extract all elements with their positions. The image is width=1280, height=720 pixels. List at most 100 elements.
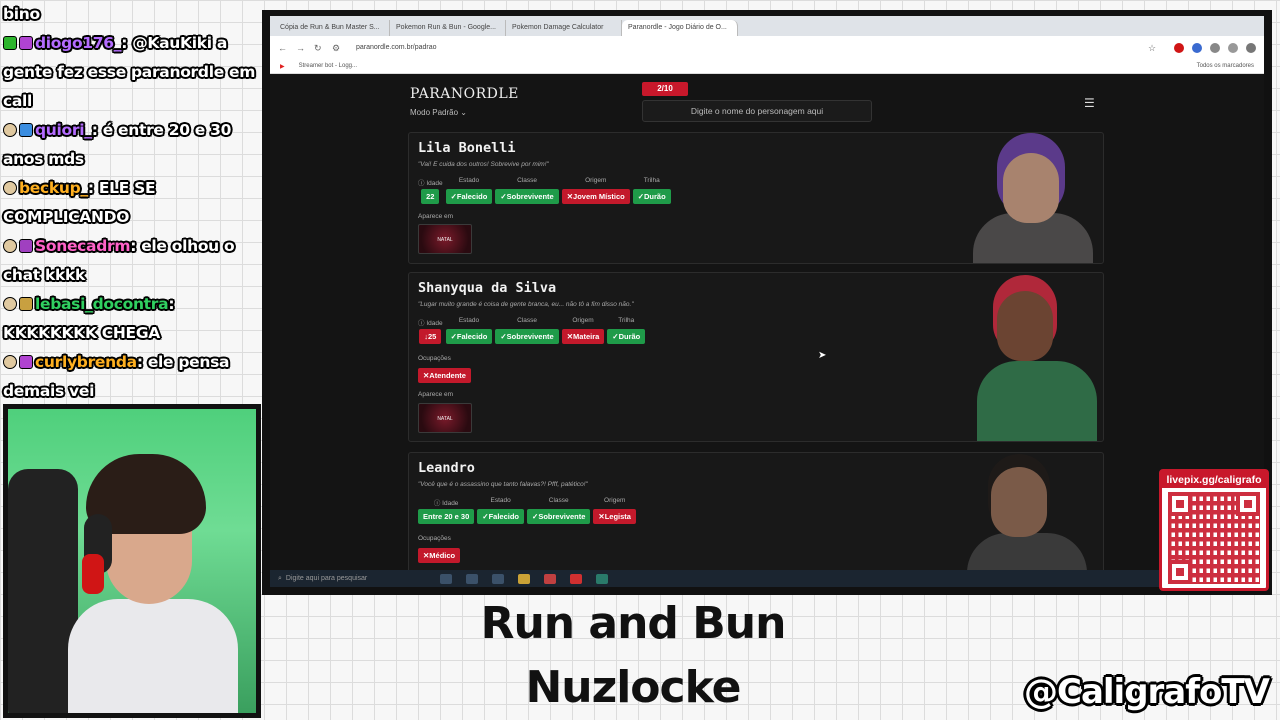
head-badge-icon	[3, 239, 17, 253]
attribute-row: ⓘ Idade ↓25 Estado ✓Falecido Classe ✓Sobrev…	[418, 317, 646, 344]
attr-label-text: Idade	[442, 500, 459, 507]
occupations-label: Ocupações	[418, 355, 451, 362]
mode-label: Modo Padrão	[410, 108, 459, 117]
chip-text: 25	[428, 332, 437, 341]
portrait-head	[991, 467, 1047, 537]
character-quote: "Vai! E cuida dos outros! Sobrevive por …	[418, 161, 549, 168]
character-name: Shanyqua da Silva	[418, 280, 557, 296]
attr-chip-correct: ✓Sobrevivente	[527, 509, 591, 524]
extension-icon[interactable]	[1192, 43, 1202, 53]
character-name: Lila Bonelli	[418, 140, 516, 156]
qr-label: livepix.gg/caligrafo	[1162, 472, 1266, 488]
head-badge-icon	[3, 123, 17, 137]
appearance-thumbnail[interactable]: NATAL	[418, 403, 472, 433]
chat-message: lebasi_docontra: KKKKKKKK CHEGA	[3, 290, 262, 348]
chip-text: Sobrevivente	[538, 512, 586, 521]
qr-finder	[1168, 492, 1192, 516]
taskbar-app-icon[interactable]	[491, 573, 504, 584]
taskbar-app-icon[interactable]	[439, 573, 452, 584]
mode-selector[interactable]: Modo Padrão ⌄	[410, 108, 467, 117]
check-badge-icon	[3, 36, 17, 50]
streamer	[68, 454, 238, 713]
reload-icon[interactable]: ↻	[314, 43, 326, 54]
back-icon[interactable]: ←	[278, 43, 290, 53]
all-bookmarks[interactable]: Todos os marcadores	[1197, 63, 1254, 70]
chip-text: Médico	[429, 551, 456, 560]
occupations-label: Ocupações	[418, 535, 451, 542]
bookmark-streamer-bot[interactable]: Streamer bot - Logg...	[299, 63, 357, 70]
qr-finder	[1236, 492, 1260, 516]
chip-text: Sobrevivente	[506, 332, 554, 341]
folder-icon[interactable]	[517, 573, 530, 584]
site-logo[interactable]: PARANORDLE	[410, 86, 519, 102]
attr-estado: Estado ✓Falecido	[445, 317, 493, 344]
menu-icon[interactable]	[1246, 43, 1256, 53]
attr-label: Estado	[458, 177, 480, 184]
taskbar-app-icon[interactable]	[465, 573, 478, 584]
stream-title-line1: Run and Bun	[480, 598, 787, 649]
attr-label-text: Idade	[426, 320, 443, 327]
chat-message: bino	[3, 0, 262, 29]
character-search-input[interactable]: Digite o nome do personagem aqui	[642, 100, 872, 122]
chat-username[interactable]: diogo176_	[35, 34, 122, 52]
streamer-shirt	[68, 599, 238, 713]
chat-username[interactable]: Sonecadrm	[35, 237, 131, 255]
chat-username[interactable]: beckup_	[19, 179, 88, 197]
youtube-icon[interactable]: ▶	[280, 63, 285, 70]
chat-overlay: bino diogo176_: @KauKiki a gente fez esse…	[0, 0, 262, 400]
extension-icon[interactable]	[1174, 43, 1184, 53]
attribute-row: ⓘ Idade 22 Estado ✓Falecido Classe ✓Sobrevi…	[418, 177, 671, 204]
attr-chip-wrong: ✕Mateira	[561, 329, 605, 344]
portrait-body	[967, 533, 1087, 570]
attr-label: Origem	[585, 177, 607, 184]
attr-chip-wrong: ✕Legista	[593, 509, 636, 524]
attr-label: Estado	[458, 317, 480, 324]
chat-message: diogo176_: @KauKiki a gente fez esse par…	[3, 29, 262, 116]
address-bar[interactable]: paranordle.com.br/padrao	[350, 40, 1148, 56]
attr-trilha: Trilha ✓Durão	[607, 317, 646, 344]
chip-text: Sobrevivente	[506, 192, 554, 201]
taskbar-search-input[interactable]: Digite aqui para pesquisar	[286, 575, 426, 582]
guess-card: Lila Bonelli "Vai! E cuida dos outros! S…	[408, 132, 1104, 264]
attr-chip-correct: ✓Sobrevivente	[495, 329, 559, 344]
browser-toolbar: ← → ↻ ⚙ paranordle.com.br/padrao ☆	[270, 36, 1264, 60]
guess-card: Shanyqua da Silva "Lugar muito grande é …	[408, 272, 1104, 442]
attr-chip-wrong: ↓25	[419, 329, 442, 344]
tab-damage-calculator[interactable]: Pokemon Damage Calculator	[506, 20, 622, 36]
mouse-cursor-icon: ➤	[818, 350, 827, 361]
bookmarks-bar: ▶ Streamer bot - Logg... Todos os marcad…	[270, 60, 1264, 74]
attr-origem: Origem ✕Legista	[593, 497, 636, 524]
bookmark-star-icon[interactable]: ☆	[1148, 43, 1160, 54]
tab-copia-run-bun[interactable]: Cópia de Run & Bun Master S...	[274, 20, 390, 36]
chip-text: Mateira	[573, 332, 600, 341]
chat-username[interactable]: lebasi_docontra	[35, 295, 169, 313]
extensions-icon[interactable]	[1210, 43, 1220, 53]
attr-trilha: Trilha ✓Durão	[632, 177, 671, 204]
taskbar-app-icon[interactable]	[595, 573, 608, 584]
chat-message: curlybrenda: ele pensa demais vei	[3, 348, 262, 400]
chat-username[interactable]: curlybrenda	[35, 353, 137, 371]
microphone-icon	[82, 554, 104, 594]
attr-label: Classe	[517, 317, 537, 324]
tab-paranordle[interactable]: Paranordle - Jogo Diário de O...	[622, 20, 738, 36]
taskbar-search-icon[interactable]: ⌕	[278, 575, 282, 583]
chevron-down-icon: ⌄	[460, 108, 467, 117]
attr-chip-correct: 22	[421, 189, 440, 204]
profile-icon[interactable]	[1228, 43, 1238, 53]
tab-pokemon-run-bun[interactable]: Pokemon Run & Bun - Google...	[390, 20, 506, 36]
livepix-qr-panel: livepix.gg/caligrafo	[1159, 469, 1269, 591]
chrome-icon[interactable]	[569, 573, 582, 584]
taskbar-app-icon[interactable]	[543, 573, 556, 584]
attr-idade: ⓘ Idade ↓25	[418, 317, 443, 344]
head-badge-icon	[3, 297, 17, 311]
character-quote: "Você que é o assassino que tanto falava…	[418, 481, 588, 488]
site-info-icon[interactable]: ⚙	[332, 43, 344, 54]
stream-title-line2: Nuzlocke	[525, 662, 741, 713]
occupation-chip-wrong: ✕Médico	[418, 548, 461, 563]
appearance-thumbnail[interactable]: NATAL	[418, 224, 472, 254]
forward-icon[interactable]: →	[296, 43, 308, 53]
webcam-feed	[3, 404, 261, 718]
chat-username[interactable]: quiori_	[35, 121, 92, 139]
hamburger-menu-icon[interactable]: ☰	[1084, 96, 1095, 110]
attr-label: Trilha	[618, 317, 635, 324]
